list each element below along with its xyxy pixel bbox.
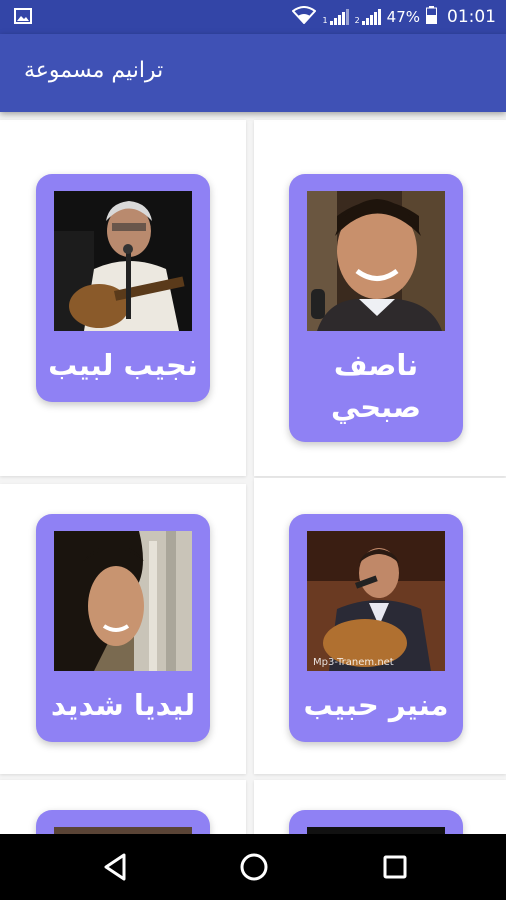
back-triangle-icon[interactable] (100, 851, 130, 887)
singer-name: منير حبيب (303, 688, 449, 722)
status-icons: 1 2 47% 01:01 (291, 0, 496, 34)
singer-photo (54, 531, 192, 671)
signal-sim1-icon: 1 (322, 9, 349, 25)
signal-sim2-icon: 2 (355, 9, 381, 25)
sim2-label: 2 (354, 16, 360, 25)
battery-icon (426, 6, 437, 28)
gallery-notification-icon (14, 8, 32, 28)
home-circle-icon[interactable] (238, 851, 270, 887)
wifi-icon (291, 6, 317, 28)
singer-photo (54, 827, 192, 834)
singer-card[interactable]: Mp3-Tranem.net منير حبيب (289, 514, 463, 742)
singer-card[interactable]: ليديا شديد (36, 514, 210, 742)
recents-square-icon[interactable] (380, 851, 410, 887)
singer-photo (54, 191, 192, 331)
singer-photo (307, 191, 445, 331)
singer-photo: Mp3-Tranem.net (307, 531, 445, 671)
app-title: ترانيم مسموعة (24, 58, 164, 83)
photo-watermark: Mp3-Tranem.net (313, 657, 394, 668)
singers-grid[interactable]: ناصف صبحي نجيب لبيب Mp3-Tranem.net منير … (0, 112, 506, 834)
clock: 01:01 (447, 7, 496, 27)
singer-name: ليديا شديد (50, 688, 196, 722)
singer-card[interactable] (289, 810, 463, 834)
navigation-bar (0, 834, 506, 900)
singer-card[interactable] (36, 810, 210, 834)
status-bar: 1 2 47% 01:01 (0, 0, 506, 34)
sim1-label: 1 (322, 16, 328, 25)
singer-photo (307, 827, 445, 834)
battery-percent: 47% (386, 8, 420, 26)
singer-card[interactable]: ناصف صبحي (289, 174, 463, 442)
singer-name: ناصف صبحي (330, 348, 422, 424)
singer-card[interactable]: نجيب لبيب (36, 174, 210, 402)
app-bar: ترانيم مسموعة (0, 34, 506, 112)
singer-name: نجيب لبيب (48, 348, 198, 382)
